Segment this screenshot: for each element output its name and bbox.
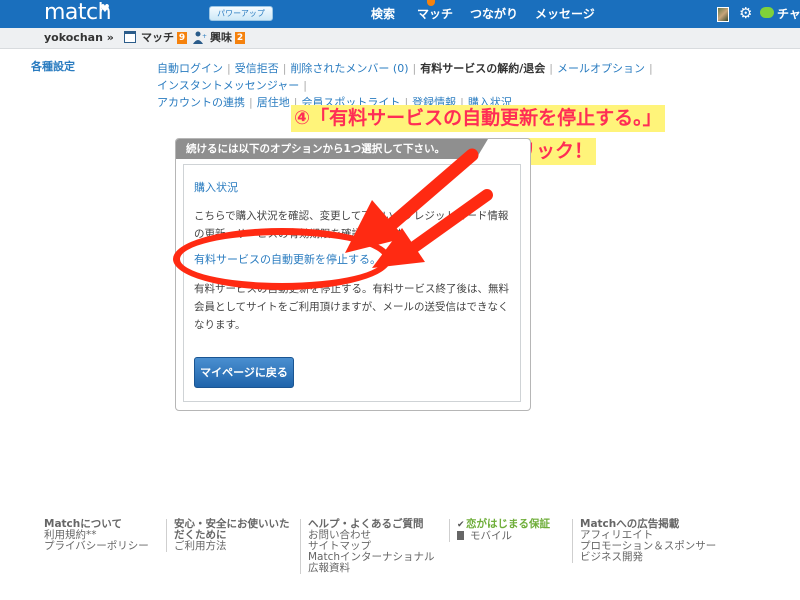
footer-heading-safety[interactable]: 安心・安全にお使いいただくために — [174, 519, 294, 541]
interest-count-badge: 2 — [235, 32, 245, 44]
settings-link-deleted-members[interactable]: 削除されたメンバー (0) — [290, 62, 408, 75]
gear-icon[interactable]: ⚙ — [739, 4, 752, 22]
footer-link-howto[interactable]: ご利用方法 — [174, 541, 294, 552]
match-link[interactable]: マッチ — [141, 31, 174, 45]
footer-col-about: Matchについて 利用規約** プライバシーポリシー — [44, 519, 149, 552]
settings-link-instant-messenger[interactable]: インスタントメッセンジャー — [157, 79, 299, 92]
svg-text:+: + — [202, 33, 207, 40]
settings-link-residence[interactable]: 居住地 — [257, 96, 290, 109]
highlight-ellipse — [173, 228, 391, 290]
footer-link-business[interactable]: ビジネス開発 — [580, 552, 716, 563]
settings-title: 各種設定 — [31, 60, 75, 73]
footer-col-help: ヘルプ・よくあるご質問 お問い合わせ サイトマップ Matchインターナショナル… — [300, 519, 435, 574]
back-to-mypage-button[interactable]: マイページに戻る — [194, 357, 294, 388]
nav-messages[interactable]: メッセージ — [535, 7, 595, 21]
dialog-header-tab — [476, 139, 488, 159]
footer-link-mobile[interactable]: モバイル — [457, 531, 550, 542]
check-icon: ✔ — [457, 520, 465, 530]
settings-links: 自動ログイン | 受信拒否 | 削除されたメンバー (0) | 有料サービスの解約/退会 | メ… — [157, 62, 653, 109]
username-link[interactable]: yokochan » — [44, 31, 114, 45]
footer-col-guarantee: ✔恋がはじまる保証 モバイル — [449, 519, 550, 542]
settings-link-auto-login[interactable]: 自動ログイン — [157, 62, 223, 75]
dialog-header: 続けるには以下のオプションから1つ選択して下さい。 — [176, 139, 476, 159]
calendar-icon — [124, 31, 136, 43]
nav-search[interactable]: 検索 — [371, 7, 395, 21]
powerup-button[interactable]: パワーアップ — [209, 6, 273, 21]
mobile-icon — [457, 531, 464, 540]
heart-icon: ♥ — [100, 2, 110, 15]
user-avatar[interactable] — [717, 7, 729, 22]
footer-col-advertising: Matchへの広告掲載 アフィリエイト プロモーション＆スポンサー ビジネス開発 — [572, 519, 716, 563]
chat-icon[interactable] — [760, 7, 774, 18]
annotation-line-1: ④「有料サービスの自動更新を停止する。」 — [291, 105, 665, 132]
dialog-header-text: 続けるには以下のオプションから1つ選択して下さい。 — [186, 143, 445, 155]
top-nav-bar: match ♥ パワーアップ 検索 マッチ つながり メッセージ ⚙ チャ — [0, 0, 800, 28]
nav-connections[interactable]: つながり — [470, 7, 518, 21]
chat-label[interactable]: チャ — [777, 7, 800, 21]
notification-dot — [427, 0, 435, 6]
interest-link[interactable]: 興味 — [210, 31, 232, 45]
footer-link-press[interactable]: 広報資料 — [308, 563, 435, 574]
purchase-status-link[interactable]: 購入状況 — [194, 181, 238, 195]
match-count-badge: 9 — [177, 32, 187, 44]
settings-link-cancel-current: 有料サービスの解約/退会 — [420, 62, 546, 75]
stop-auto-renewal-desc: 有料サービスの自動更新を停止する。有料サービス終了後は、無料会員としてサイトをご… — [194, 283, 509, 331]
footer-col-safety: 安心・安全にお使いいただくために ご利用方法 — [166, 519, 294, 552]
settings-link-account-link[interactable]: アカウントの連携 — [157, 96, 245, 109]
footer: Matchについて 利用規約** プライバシーポリシー 安心・安全にお使いいただ… — [44, 519, 800, 589]
footer-link-privacy[interactable]: プライバシーポリシー — [44, 541, 149, 552]
settings-link-mail-options[interactable]: メールオプション — [557, 62, 645, 75]
settings-link-block[interactable]: 受信拒否 — [235, 62, 279, 75]
user-sub-bar: yokochan » マッチ 9 + 興味 2 — [0, 28, 800, 49]
nav-match[interactable]: マッチ — [417, 7, 453, 21]
person-icon: + — [193, 31, 207, 44]
